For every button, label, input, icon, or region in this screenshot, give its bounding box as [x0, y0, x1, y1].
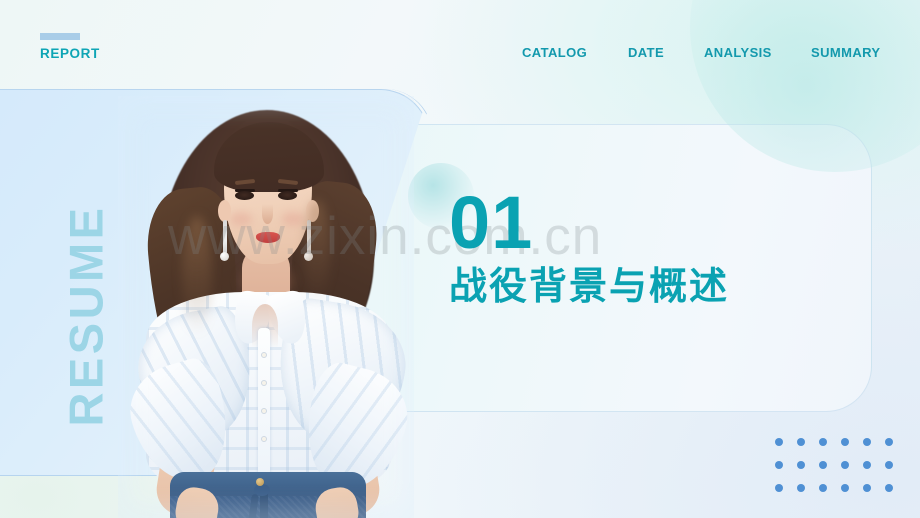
- shirt-button: [261, 380, 267, 386]
- nose: [262, 204, 273, 224]
- blush-right: [282, 212, 304, 226]
- grid-dot: [863, 438, 871, 446]
- grid-dot: [885, 461, 893, 469]
- nav-item-analysis[interactable]: ANALYSIS: [704, 43, 772, 62]
- jeans-button: [256, 478, 264, 486]
- grid-dot: [797, 438, 805, 446]
- shirt-button: [261, 352, 267, 358]
- lips: [256, 232, 280, 243]
- slide-header: REPORT CATALOG DATE ANALYSIS SUMMARY: [0, 0, 920, 172]
- grid-dot: [819, 461, 827, 469]
- presentation-slide: REPORT CATALOG DATE ANALYSIS SUMMARY RES…: [0, 0, 920, 518]
- person-portrait-image: [118, 96, 414, 518]
- hair-highlight-right: [304, 200, 330, 304]
- section-title-block: 01 战役背景与概述: [449, 186, 729, 310]
- grid-dot: [775, 438, 783, 446]
- nav-item-catalog[interactable]: CATALOG: [522, 43, 587, 62]
- header-navigation: CATALOG DATE ANALYSIS SUMMARY: [508, 43, 900, 87]
- nav-item-date[interactable]: DATE: [628, 43, 664, 62]
- grid-dot: [885, 484, 893, 492]
- jeans-drawstring-knot: [254, 484, 270, 496]
- grid-dot: [775, 461, 783, 469]
- brand-accent-bar: [40, 33, 80, 40]
- hair-highlight-left: [182, 216, 212, 336]
- brand-block: REPORT: [40, 33, 100, 61]
- eye-left: [235, 191, 254, 200]
- grid-dot: [775, 484, 783, 492]
- grid-dot: [841, 438, 849, 446]
- nav-item-summary[interactable]: SUMMARY: [811, 43, 885, 62]
- blush-left: [230, 212, 252, 226]
- grid-dot: [863, 484, 871, 492]
- grid-dot: [841, 484, 849, 492]
- section-number: 01: [449, 181, 534, 264]
- dot-grid-decoration: [775, 438, 907, 507]
- vertical-resume-label: RESUME: [59, 204, 113, 427]
- earring-bead-left: [220, 252, 229, 261]
- ear-left: [218, 200, 231, 222]
- earring-left: [223, 220, 227, 254]
- shirt-placket: [258, 328, 270, 476]
- grid-dot: [863, 461, 871, 469]
- shirt-button: [261, 436, 267, 442]
- grid-dot: [819, 438, 827, 446]
- grid-dot: [797, 461, 805, 469]
- eye-right: [278, 191, 297, 200]
- brand-label: REPORT: [40, 46, 100, 61]
- grid-dot: [841, 461, 849, 469]
- grid-dot: [885, 438, 893, 446]
- grid-dot: [797, 484, 805, 492]
- shirt-button: [261, 408, 267, 414]
- grid-dot: [819, 484, 827, 492]
- section-title: 战役背景与概述: [449, 266, 730, 308]
